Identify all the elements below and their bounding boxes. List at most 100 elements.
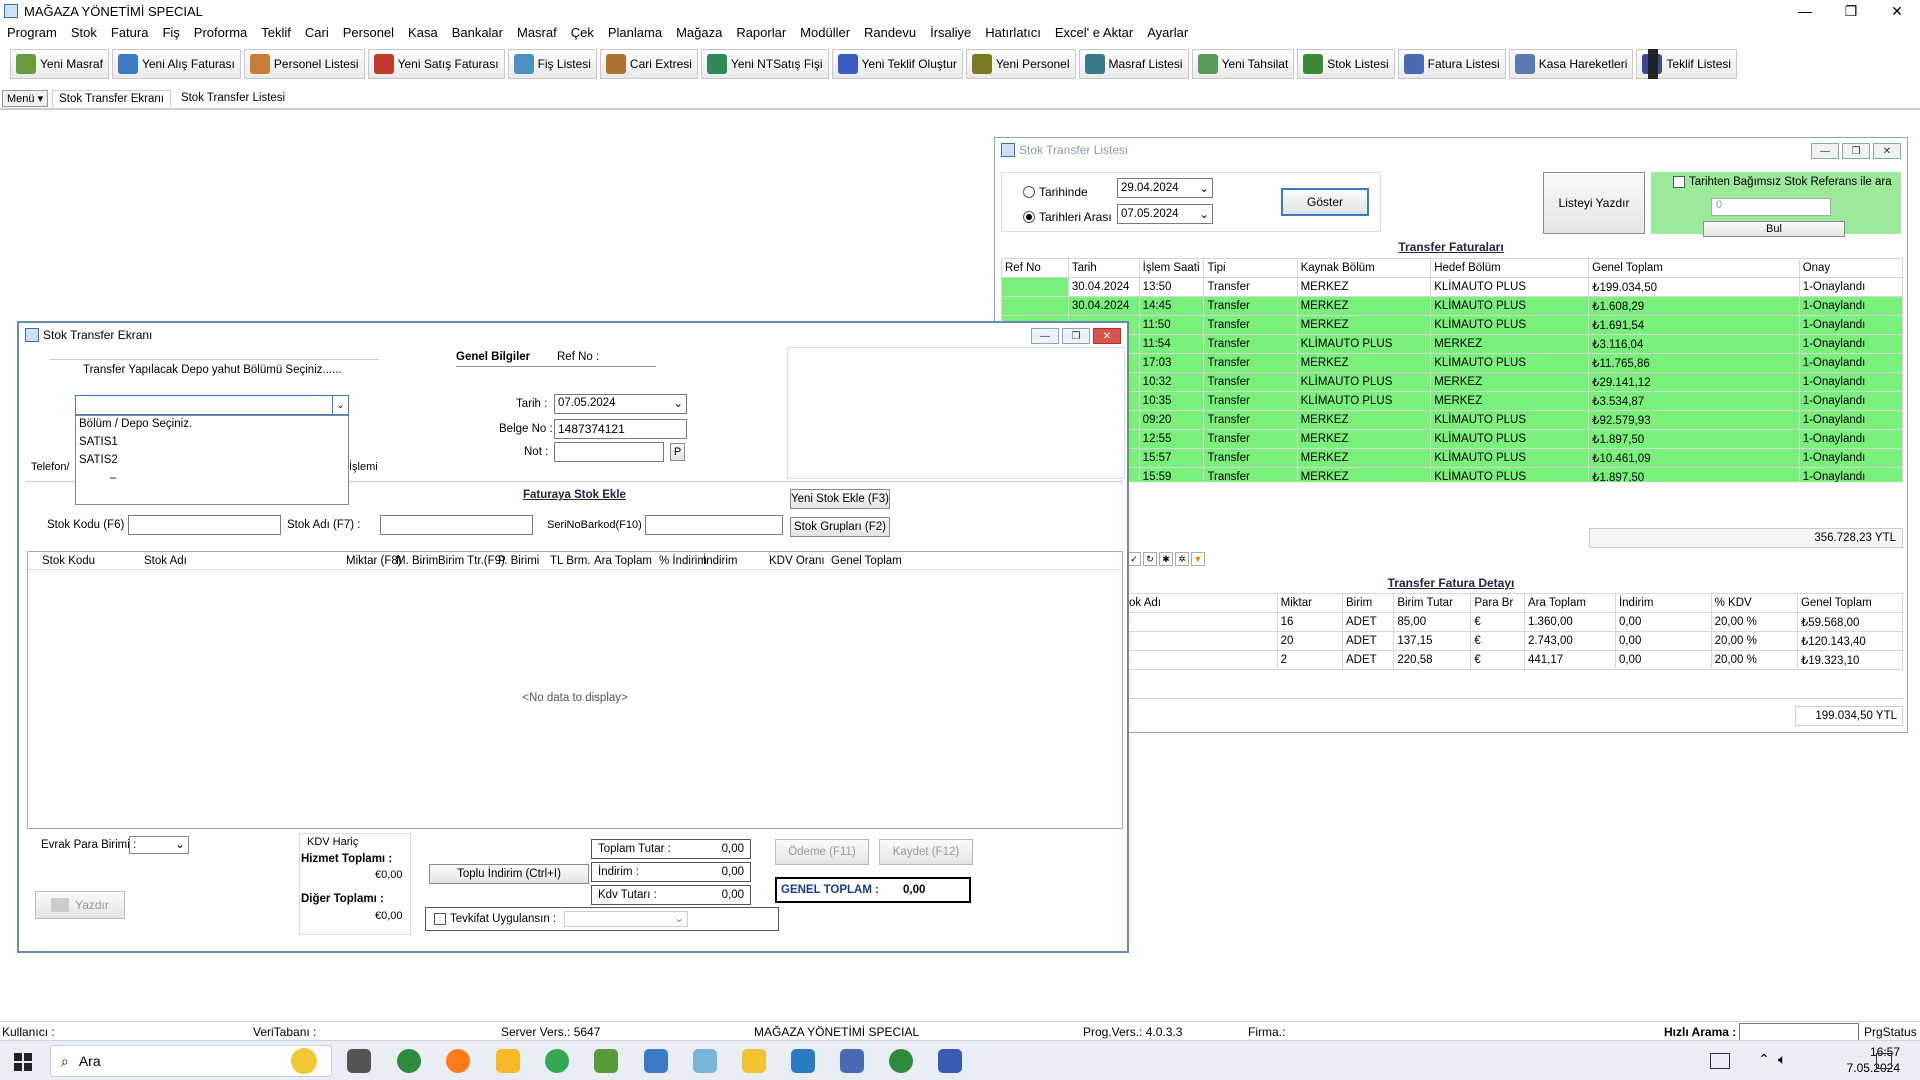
magaza-app-icon-active[interactable] xyxy=(938,1049,962,1073)
table-row[interactable]: 10:35 Transfer KLİMAUTO PLUS MERKEZ ₺3.534,8… xyxy=(1001,391,1903,411)
menu-item-3[interactable]: Fiş xyxy=(155,25,186,40)
table-row[interactable]: 30.04.2024 14:45 Transfer MERKEZ KLİMAUTO PL… xyxy=(1001,296,1903,316)
menu-item-6[interactable]: Cari xyxy=(298,25,336,40)
list-close-button[interactable]: ✕ xyxy=(1873,143,1901,159)
stok-grid-header-cell[interactable]: Stok Kodu xyxy=(42,555,95,567)
transfer-close-button[interactable]: ✕ xyxy=(1093,328,1121,344)
listeyi-yazdir-button[interactable]: Listeyi Yazdır xyxy=(1543,172,1645,234)
toolbar-overflow[interactable] xyxy=(1648,49,1658,79)
toolbar-button-6[interactable]: Yeni NTSatış Fişi xyxy=(700,49,829,79)
table-row[interactable]: 10:32 Transfer KLİMAUTO PLUS MERKEZ ₺29.141,… xyxy=(1001,372,1903,392)
tevkifat-checkbox[interactable] xyxy=(434,913,446,925)
menu-item-2[interactable]: Fatura xyxy=(104,25,156,40)
hizli-arama-input[interactable] xyxy=(1739,1023,1859,1041)
list-minimize-button[interactable]: — xyxy=(1811,143,1839,159)
kaydet-button[interactable]: Kaydet (F12) xyxy=(879,839,973,865)
detay-header-cell[interactable]: Birim Tutar xyxy=(1393,593,1472,613)
transfer-restore-button[interactable]: ❐ xyxy=(1062,328,1090,344)
minimize-button[interactable]: — xyxy=(1782,0,1828,22)
menu-item-5[interactable]: Teklif xyxy=(254,25,298,40)
taskbar-search[interactable]: ⌕ Ara xyxy=(50,1045,332,1077)
task-view-icon[interactable] xyxy=(347,1049,371,1073)
tab-stok-transfer-listesi[interactable]: Stok Transfer Listesi xyxy=(175,90,291,106)
detay-header-cell[interactable]: Miktar xyxy=(1276,593,1343,613)
tarih-picker[interactable]: 07.05.2024 ⌄ xyxy=(554,394,687,414)
table-row[interactable]: 15:57 Transfer MERKEZ KLİMAUTO PLUS ₺10.461,… xyxy=(1001,448,1903,468)
windows-start-icon[interactable] xyxy=(14,1053,32,1071)
tablet-app-icon[interactable] xyxy=(693,1049,717,1073)
toolbar-button-0[interactable]: Yeni Masraf xyxy=(10,49,109,79)
toolbar-button-11[interactable]: Stok Listesi xyxy=(1297,49,1395,79)
detay-header-cell[interactable]: Birim xyxy=(1341,593,1395,613)
radio-circle[interactable] xyxy=(1023,186,1035,198)
toolbar-button-12[interactable]: Fatura Listesi xyxy=(1397,49,1506,79)
menu-item-11[interactable]: Çek xyxy=(564,25,601,40)
notification-icon[interactable] xyxy=(1876,1053,1892,1069)
dropdown-option[interactable]: Bölüm / Depo Seçiniz. xyxy=(76,416,348,434)
table-row[interactable]: 15:59 Transfer MERKEZ KLİMAUTO PLUS ₺1.897,5… xyxy=(1001,467,1903,482)
bul-button[interactable]: Bul xyxy=(1703,221,1845,237)
firefox-icon[interactable] xyxy=(446,1049,470,1073)
chevron-up-icon[interactable]: ⌃ xyxy=(1758,1051,1770,1068)
file-explorer-icon[interactable] xyxy=(742,1049,766,1073)
hs-app-icon-2[interactable] xyxy=(889,1049,913,1073)
filter-icon[interactable]: ▼ xyxy=(1191,552,1205,566)
detay-header-cell[interactable]: Para Br xyxy=(1470,593,1525,613)
stok-grid-header-cell[interactable]: İndirim xyxy=(703,555,738,567)
checkbox-box[interactable] xyxy=(1673,176,1685,188)
detay-header-cell[interactable]: İndirim xyxy=(1614,593,1712,613)
menu-item-19[interactable]: Excel' e Aktar xyxy=(1048,25,1140,40)
belge-no-input[interactable] xyxy=(554,419,687,439)
depo-select[interactable]: ⌄ xyxy=(75,395,349,415)
faturalar-header-cell[interactable]: Onay xyxy=(1798,258,1903,278)
chevron-down-icon[interactable]: ⌄ xyxy=(332,396,348,414)
volume-icon[interactable]: 🔈︎ xyxy=(1778,1051,1786,1068)
stok-grid-header-cell[interactable]: % İndirim xyxy=(659,555,707,567)
tool-app-icon[interactable] xyxy=(791,1049,815,1073)
menu-item-7[interactable]: Personel xyxy=(336,25,401,40)
chevron-down-icon[interactable]: ⌄ xyxy=(175,837,185,851)
stok-grid-header-cell[interactable]: Birim Ttr.(F9) xyxy=(438,555,505,567)
menu-item-16[interactable]: Randevu xyxy=(857,25,923,40)
faturalar-header-cell[interactable]: Tarih xyxy=(1067,258,1140,278)
stok-grid-header-cell[interactable]: TL Brm. xyxy=(550,555,590,567)
table-row[interactable]: 30.04.2024 13:50 Transfer MERKEZ KLİMAUTO PL… xyxy=(1001,277,1903,297)
date2-picker[interactable]: 07.05.2024 ⌄ xyxy=(1117,204,1213,224)
stok-grid-header-cell[interactable]: Ara Toplam xyxy=(594,555,652,567)
faturalar-header-cell[interactable]: Ref No xyxy=(1001,258,1069,278)
faturalar-header-cell[interactable]: Hedef Bölüm xyxy=(1430,258,1590,278)
menu-item-8[interactable]: Kasa xyxy=(401,25,445,40)
table-row[interactable]: 11:50 Transfer MERKEZ KLİMAUTO PLUS ₺1.691,5… xyxy=(1001,315,1903,335)
stok-grid-header-cell[interactable]: Genel Toplam xyxy=(831,555,902,567)
folder-app-icon[interactable] xyxy=(496,1049,520,1073)
yeni-stok-ekle-button[interactable]: Yeni Stok Ekle (F3) xyxy=(790,489,890,509)
chevron-down-icon[interactable]: ⌄ xyxy=(1199,181,1209,195)
magaza-app-icon[interactable] xyxy=(840,1049,864,1073)
toolbar-button-2[interactable]: Personel Listesi xyxy=(243,49,365,79)
toolbar-button-7[interactable]: Yeni Teklif Oluştur xyxy=(831,49,963,79)
stok-referans-input[interactable]: 0 xyxy=(1711,198,1831,216)
dropdown-option[interactable]: SATIS1 xyxy=(76,434,348,452)
faturalar-header-cell[interactable]: Tipi xyxy=(1203,258,1298,278)
stok-grid-header-cell[interactable]: KDV Oranı xyxy=(769,555,825,567)
toolbar-button-13[interactable]: Kasa Hareketleri xyxy=(1508,49,1634,79)
toolbar-button-1[interactable]: Yeni Alış Faturası xyxy=(111,49,241,79)
toolbar-button-10[interactable]: Yeni Tahsilat xyxy=(1191,49,1295,79)
hs-app-icon[interactable] xyxy=(397,1049,421,1073)
menu-item-10[interactable]: Masraf xyxy=(510,25,564,40)
tab-stok-transfer-ekrani[interactable]: Stok Transfer Ekranı xyxy=(52,89,171,107)
table-row[interactable]: 17:03 Transfer MERKEZ KLİMAUTO PLUS ₺11.765,… xyxy=(1001,353,1903,373)
detay-header-cell[interactable]: ok Adı xyxy=(1125,593,1278,613)
close-button[interactable]: ✕ xyxy=(1874,0,1920,22)
date1-picker[interactable]: 29.04.2024 ⌄ xyxy=(1117,178,1213,198)
menu-item-12[interactable]: Planlama xyxy=(601,25,669,40)
menu-item-13[interactable]: Mağaza xyxy=(669,25,729,40)
stok-grid-header-cell[interactable]: M. Birim xyxy=(396,555,438,567)
filter-clear-icon[interactable]: ✲ xyxy=(1175,552,1189,566)
transfer-minimize-button[interactable]: — xyxy=(1031,328,1059,344)
chart-app-icon[interactable] xyxy=(594,1049,618,1073)
menu-dropdown-button[interactable]: Menü ▾ xyxy=(2,89,49,107)
detay-header-cell[interactable]: % KDV xyxy=(1710,593,1798,613)
toplu-indirim-button[interactable]: Toplu İndirim (Ctrl+I) xyxy=(429,864,589,884)
goster-button[interactable]: Göster xyxy=(1281,188,1369,216)
